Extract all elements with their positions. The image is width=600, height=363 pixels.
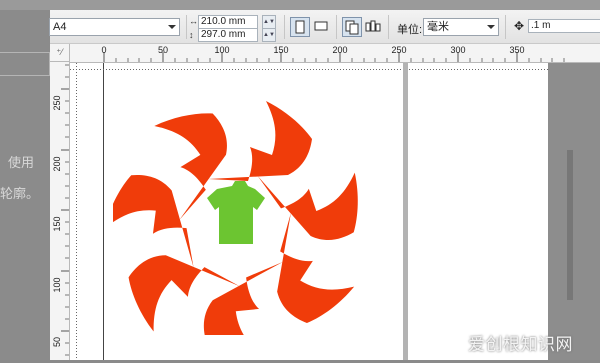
units-select[interactable]: 毫米 bbox=[423, 18, 499, 36]
background-panel bbox=[0, 52, 50, 76]
portrait-icon bbox=[295, 20, 305, 34]
horizontal-ruler-scale: 0 50 100 150 200 250 300 350 bbox=[101, 45, 565, 62]
ruler-tick-label: 150 bbox=[52, 216, 62, 231]
horizontal-ruler[interactable]: 0 50 100 150 200 250 300 350 bbox=[70, 44, 600, 63]
ruler-tick-label: 100 bbox=[214, 45, 229, 55]
current-page-icon bbox=[365, 20, 381, 32]
ruler-tick-label: 200 bbox=[52, 156, 62, 171]
ruler-origin[interactable]: ⁺⁄ bbox=[50, 44, 70, 62]
ruler-tick-label: 300 bbox=[450, 45, 465, 55]
ruler-tick-label: 350 bbox=[509, 45, 524, 55]
nudge-icon: ✥ bbox=[514, 19, 525, 33]
right-panel-background bbox=[548, 63, 600, 360]
ruler-tick-label: 50 bbox=[52, 337, 62, 347]
ruler-tick-label: 50 bbox=[158, 45, 168, 55]
shirt-icon[interactable] bbox=[207, 181, 265, 244]
paper-size-value: A4 bbox=[53, 21, 67, 33]
ruler-tick-label: 200 bbox=[332, 45, 347, 55]
width-icon: ↔ bbox=[189, 16, 198, 26]
vertical-ruler-scale: 250 200 150 100 50 bbox=[52, 64, 69, 356]
separator bbox=[284, 15, 285, 39]
landscape-button[interactable] bbox=[312, 17, 332, 37]
units-label: 单位: bbox=[397, 24, 423, 36]
chevron-down-icon bbox=[168, 25, 176, 29]
vertical-scrollbar[interactable] bbox=[567, 150, 573, 300]
all-pages-button[interactable] bbox=[342, 17, 362, 37]
current-page-button[interactable] bbox=[364, 17, 384, 37]
nudge-field[interactable]: .1 m bbox=[528, 19, 600, 33]
units-value: 毫米 bbox=[427, 21, 449, 33]
page-height-field[interactable]: 297.0 mm bbox=[198, 28, 258, 42]
height-icon: ↕ bbox=[189, 30, 194, 40]
separator bbox=[388, 15, 389, 39]
background-top-strip bbox=[0, 0, 600, 10]
watermark: 爱创根知识网 bbox=[468, 335, 573, 355]
page-edge bbox=[403, 63, 408, 360]
vertical-ruler[interactable]: 250 200 150 100 50 bbox=[50, 62, 70, 360]
portrait-button[interactable] bbox=[290, 17, 310, 37]
page-width-field[interactable]: 210.0 mm bbox=[198, 15, 258, 29]
height-spinner[interactable]: ▲▼ bbox=[262, 28, 276, 42]
chevron-down-icon bbox=[487, 25, 495, 29]
ruler-tick-label: 250 bbox=[52, 95, 62, 110]
landscape-icon bbox=[314, 21, 328, 31]
ruler-tick-label: 100 bbox=[52, 277, 62, 292]
separator bbox=[505, 15, 506, 39]
all-pages-icon bbox=[345, 20, 359, 35]
ruler-tick-label: 250 bbox=[391, 45, 406, 55]
logo-artwork[interactable] bbox=[113, 65, 363, 335]
ruler-tick-label: 0 bbox=[101, 45, 106, 55]
property-bar: A4 ↔ 210.0 mm ▲▼ ↕ 297.0 mm ▲▼ 单位: 毫米 ✥ … bbox=[49, 10, 600, 44]
background-text-2: 轮廓。 bbox=[0, 187, 40, 202]
paper-size-select[interactable]: A4 bbox=[49, 18, 180, 36]
width-spinner[interactable]: ▲▼ bbox=[262, 15, 276, 29]
ruler-tick-label: 150 bbox=[273, 45, 288, 55]
corel-window: A4 ↔ 210.0 mm ▲▼ ↕ 297.0 mm ▲▼ 单位: 毫米 ✥ … bbox=[49, 10, 600, 360]
separator bbox=[336, 15, 337, 39]
separator bbox=[186, 15, 187, 39]
